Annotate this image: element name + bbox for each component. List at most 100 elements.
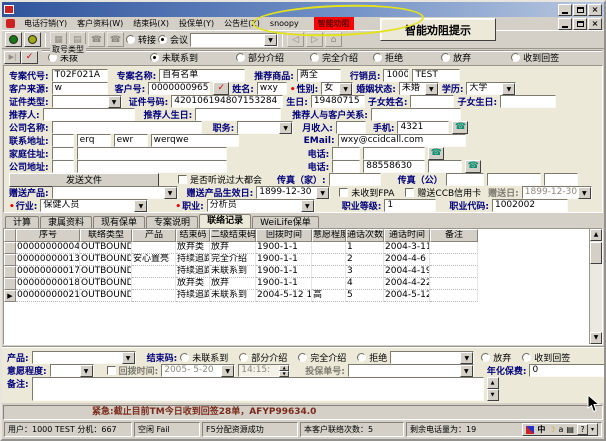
- minimize-button[interactable]: [558, 4, 572, 16]
- cust-no-input[interactable]: 000000096591: [148, 82, 210, 95]
- dial-mobile-icon[interactable]: ☎: [452, 121, 468, 134]
- ime-moon-icon[interactable]: ☽: [548, 424, 555, 436]
- ime-chinese-icon[interactable]: 中: [537, 424, 545, 436]
- tab-weilife-policy[interactable]: WeiLife保单: [252, 216, 319, 228]
- hangup-call-button[interactable]: [24, 32, 41, 47]
- cust-source-input[interactable]: w: [52, 82, 108, 95]
- agent-name-input[interactable]: TEST: [412, 69, 460, 82]
- col-intent[interactable]: 意愿程度: [312, 229, 346, 242]
- home-icon[interactable]: ⌂: [325, 32, 342, 47]
- email-input[interactable]: wxy@ccidcall.com: [338, 134, 466, 147]
- agent-id-input[interactable]: 1000: [383, 69, 409, 82]
- dial-phone2-icon[interactable]: ☎: [465, 160, 481, 173]
- menu-item-smart-block[interactable]: 智能劝阻: [314, 17, 354, 30]
- id-type-select[interactable]: ▼: [52, 95, 122, 108]
- menu-item[interactable]: snoopy: [265, 18, 304, 29]
- occu-code-input[interactable]: 1002002: [492, 199, 568, 212]
- birthday-input[interactable]: 19480715: [311, 95, 365, 108]
- callback-checkbox[interactable]: [107, 366, 116, 375]
- col-code[interactable]: 结束码: [176, 229, 210, 242]
- tab-affiliation[interactable]: 隶属资料: [40, 216, 92, 228]
- help-icon[interactable]: ?: [577, 424, 588, 435]
- radio-abandoned[interactable]: 放弃: [441, 51, 471, 64]
- product-select[interactable]: ▼: [32, 351, 136, 364]
- phone2-input-1[interactable]: [332, 160, 360, 173]
- col-note[interactable]: 备注: [430, 229, 478, 242]
- home-addr-input-1[interactable]: [52, 147, 74, 160]
- intent-select[interactable]: ▼: [50, 364, 94, 377]
- transfer-radio[interactable]: 转接: [126, 33, 156, 46]
- reject-reason-select[interactable]: ▼: [390, 351, 474, 364]
- mdi-restore-button[interactable]: [573, 18, 587, 30]
- occupation-select[interactable]: 分析员▼: [207, 199, 315, 212]
- gift-date-select[interactable]: 1899-12-30▼: [256, 186, 330, 199]
- result-radio-abandoned[interactable]: 放弃: [481, 351, 511, 364]
- fpa-checkbox[interactable]: 未收到FPA: [339, 186, 394, 199]
- result-radio-receipt-signed[interactable]: 收到回签: [522, 351, 570, 364]
- result-radio-full-intro[interactable]: 完全介绍: [298, 351, 346, 364]
- menu-item[interactable]: 电话行销(Y): [19, 17, 72, 30]
- premium-input[interactable]: 0: [529, 364, 606, 377]
- ime-mode-icon[interactable]: a: [559, 424, 564, 436]
- gift-product-select[interactable]: ▼: [52, 186, 178, 199]
- contact-addr-input-3[interactable]: ewr: [114, 134, 148, 147]
- project-code-input[interactable]: T02F021A: [52, 69, 108, 82]
- col-time[interactable]: 通话时间: [384, 229, 430, 242]
- menu-item[interactable]: 结束码(X): [128, 17, 174, 30]
- col-callback[interactable]: 回拨时间: [256, 229, 312, 242]
- menu-item[interactable]: 投保单(Y): [174, 17, 219, 30]
- scroll-up-icon[interactable]: ▲: [590, 229, 602, 241]
- callback-time-spinner[interactable]: 14:15:▲▼: [238, 364, 290, 377]
- menu-item[interactable]: 公告栏(Z): [219, 17, 265, 30]
- callback-date-select[interactable]: 2005- 5-20▼: [161, 364, 235, 377]
- grid-scrollbar[interactable]: ▲ ▼: [589, 229, 602, 344]
- note-textarea[interactable]: [32, 377, 484, 401]
- project-name-input[interactable]: 自有名单: [159, 69, 245, 82]
- fax-home-input[interactable]: [329, 173, 381, 186]
- send-file-button[interactable]: 发送文件: [9, 173, 159, 187]
- smart-block-tip-button[interactable]: 智能劝阻提示: [380, 18, 496, 41]
- referrer-birthday-input[interactable]: [195, 108, 281, 121]
- radio-full-intro[interactable]: 完全介绍: [310, 51, 358, 64]
- industry-select[interactable]: 保健人员▼: [40, 199, 148, 212]
- occu-level-input[interactable]: 1: [384, 199, 436, 212]
- child-name-input[interactable]: [410, 95, 454, 108]
- chevron-down-icon[interactable]: ▾: [591, 424, 594, 436]
- mdi-close-button[interactable]: ×: [588, 18, 602, 30]
- heard-metlife-checkbox[interactable]: 是否听说过大都会: [178, 173, 262, 186]
- table-row[interactable]: 00000000018 OUTBOUND 放弃类 放弃 1900-1-1 4 2…: [4, 278, 602, 290]
- table-row[interactable]: 00000000013 OUTBOUND 安心置亮 持续追踪类 完全介绍 190…: [4, 254, 602, 266]
- phone2-input-3[interactable]: [428, 160, 462, 173]
- job-title-select[interactable]: ▼: [237, 121, 293, 134]
- extension-combobox[interactable]: ▼: [190, 33, 278, 47]
- previous-icon[interactable]: ◁: [287, 32, 304, 47]
- ime-grid-icon[interactable]: [526, 426, 534, 434]
- col-subcode[interactable]: 二级结束码: [210, 229, 256, 242]
- referrer-relation-input[interactable]: [371, 108, 461, 121]
- tab-project-notes[interactable]: 专案说明: [146, 216, 198, 228]
- answer-call-button[interactable]: [5, 32, 22, 47]
- contact-addr-input-1[interactable]: [52, 134, 74, 147]
- contact-addr-input-4[interactable]: werqwe: [151, 134, 239, 147]
- gift-day-select[interactable]: 1899-12-30▼: [522, 186, 592, 199]
- scroll-down-icon[interactable]: ▼: [590, 332, 602, 344]
- radio-receipt-signed[interactable]: 收到回签: [511, 51, 559, 64]
- supervisor-icon[interactable]: ☎: [107, 32, 124, 47]
- restore-button[interactable]: [573, 4, 587, 16]
- result-radio-rejected[interactable]: 拒绝: [357, 351, 387, 364]
- radio-partial-intro[interactable]: 部分介绍: [236, 51, 284, 64]
- contact-addr-input-2[interactable]: erq: [77, 134, 111, 147]
- note-scroll[interactable]: ▲▼: [487, 377, 499, 401]
- fax-office-input-1[interactable]: [446, 173, 484, 186]
- dial-phone1-icon[interactable]: ☎: [428, 147, 444, 160]
- verify-check-button[interactable]: ✓: [213, 82, 229, 95]
- referrer-input[interactable]: [43, 108, 135, 121]
- gender-select[interactable]: 女▼: [321, 82, 353, 95]
- table-row[interactable]: 00000000017 OUTBOUND 持续追踪类 未联系到 1900-1-1…: [4, 266, 602, 278]
- next-icon[interactable]: ▷: [306, 32, 323, 47]
- agent-icon[interactable]: ☎: [88, 32, 105, 47]
- radio-not-reached[interactable]: 未联系到: [150, 51, 198, 64]
- phone1-input-2[interactable]: [363, 147, 425, 160]
- company-addr-input-1[interactable]: [52, 160, 74, 173]
- name-input[interactable]: wxy: [257, 82, 287, 95]
